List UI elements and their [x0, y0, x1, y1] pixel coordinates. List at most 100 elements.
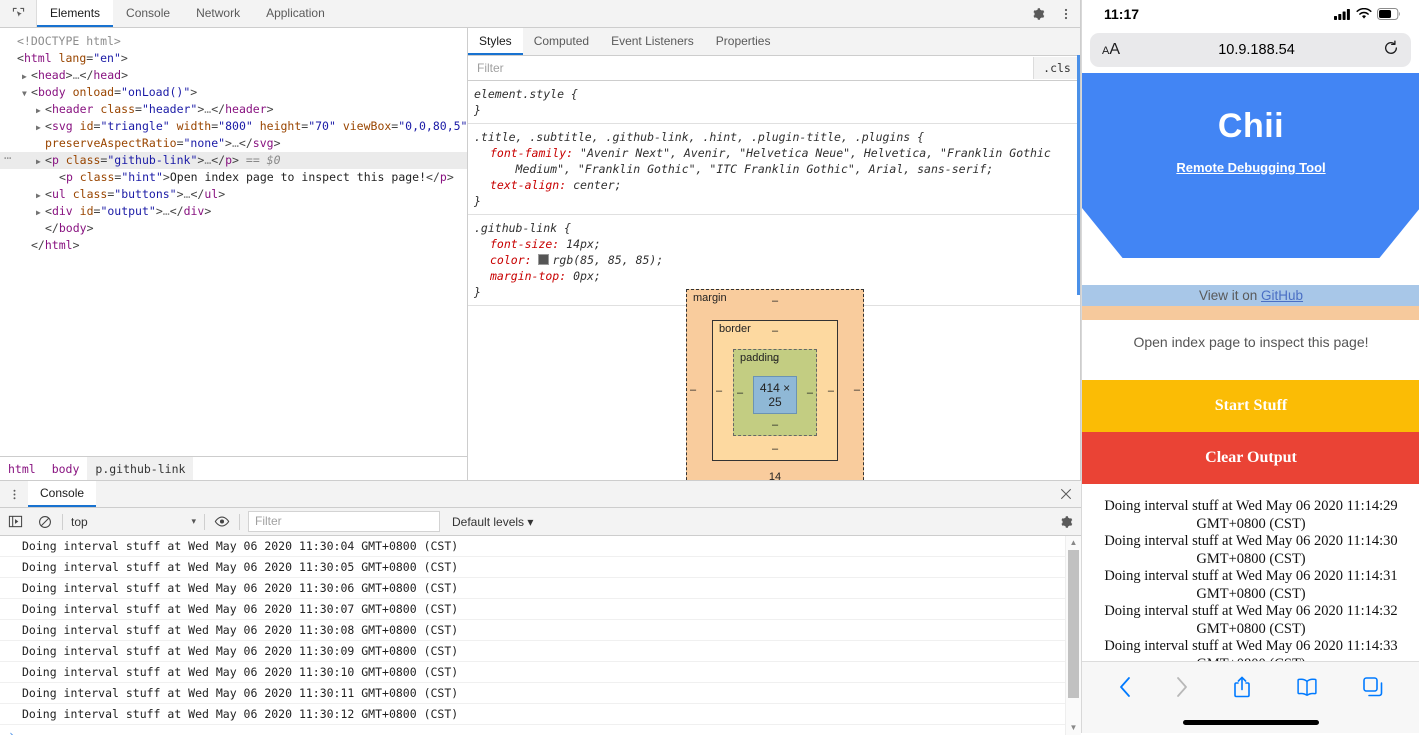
breadcrumb-item[interactable]: html	[0, 457, 44, 481]
box-model-border-right[interactable]: –	[828, 385, 834, 397]
disclosure-triangle-icon[interactable]: ▶	[22, 68, 31, 85]
gear-icon	[1033, 7, 1045, 20]
breadcrumb-item[interactable]: p.github-link	[87, 457, 194, 481]
style-declaration[interactable]: font-size: 14px;	[474, 236, 1080, 252]
style-property-value[interactable]: center;	[566, 178, 621, 192]
style-property-name[interactable]: font-size:	[474, 236, 559, 252]
start-stuff-button[interactable]: Start Stuff	[1082, 380, 1419, 432]
tab-styles[interactable]: Styles	[468, 28, 523, 55]
dom-tree-node[interactable]: ▶ <header class="header">…</header>	[0, 101, 467, 118]
style-property-value[interactable]: 0px;	[566, 269, 601, 283]
devtools-settings-button[interactable]	[1024, 0, 1052, 27]
drawer-tab-console[interactable]: Console	[28, 481, 97, 507]
dom-tree-node[interactable]: </body>	[0, 220, 467, 237]
drawer-tab-console-label: Console	[40, 486, 85, 500]
back-button[interactable]	[1118, 676, 1132, 698]
tab-computed[interactable]: Computed	[523, 28, 600, 55]
dom-tree-node[interactable]: <p class="hint">Open index page to inspe…	[0, 169, 467, 186]
console-clear-button[interactable]	[30, 515, 60, 529]
dom-tree-node[interactable]: ▶ <ul class="buttons">…</ul>	[0, 186, 467, 203]
bookmarks-button[interactable]	[1295, 677, 1319, 697]
style-property-value[interactable]: 14px;	[559, 237, 601, 251]
console-filter-input[interactable]	[249, 512, 439, 529]
box-model-border-left[interactable]: –	[716, 385, 722, 397]
disclosure-triangle-icon[interactable]: ▼	[22, 85, 31, 102]
style-rule-selector[interactable]: element.style {	[474, 86, 1080, 102]
dom-tree-node[interactable]: ⋯ ▶ <p class="github-link">…</p> == $0	[0, 150, 467, 170]
github-link-paragraph[interactable]: View it on GitHub	[1082, 285, 1419, 306]
inspect-element-button[interactable]	[0, 0, 37, 27]
breadcrumb-item[interactable]: body	[44, 457, 88, 481]
dom-tree-node[interactable]: <!DOCTYPE html>	[0, 33, 467, 50]
box-model-margin-top[interactable]: –	[772, 295, 778, 307]
style-property-name[interactable]: text-align:	[474, 177, 566, 193]
style-declaration[interactable]: font-family: "Avenir Next", Avenir, "Hel…	[474, 145, 1080, 177]
style-declaration[interactable]: color: rgb(85, 85, 85);	[474, 252, 1080, 268]
dom-tree[interactable]: <!DOCTYPE html> <html lang="en"> ▶ <head>…<…	[0, 28, 467, 254]
clear-output-button[interactable]: Clear Output	[1082, 432, 1419, 484]
forward-button[interactable]	[1175, 676, 1189, 698]
tabs-button[interactable]	[1362, 676, 1384, 698]
style-property-name[interactable]: margin-top:	[474, 268, 566, 284]
share-button[interactable]	[1232, 675, 1252, 699]
tab-application[interactable]: Application	[253, 0, 338, 27]
style-property-value[interactable]: rgb(85, 85, 85);	[552, 253, 663, 267]
tab-console[interactable]: Console	[113, 0, 183, 27]
dom-tree-node[interactable]: </html>	[0, 237, 467, 254]
dom-tree-node[interactable]: ▶ <svg id="triangle" width="800" height="…	[0, 118, 467, 135]
dom-tree-node[interactable]: ▶ <div id="output">…</div>	[0, 203, 467, 220]
dom-tree-node[interactable]: <html lang="en">	[0, 50, 467, 67]
dom-tree-node[interactable]: ▶ <head>…</head>	[0, 67, 467, 84]
styles-filter-input[interactable]	[468, 56, 1033, 80]
style-property-name[interactable]: font-family:	[474, 145, 573, 161]
style-declaration[interactable]: margin-top: 0px;	[474, 268, 1080, 284]
dom-token: >	[218, 187, 226, 201]
style-rule-selector[interactable]: .github-link {	[474, 220, 1080, 236]
console-execution-context-button[interactable]	[0, 514, 30, 529]
box-model-margin-right[interactable]: –	[854, 384, 860, 396]
box-model-padding-left[interactable]: –	[737, 387, 743, 399]
scroll-up-arrow-icon[interactable]: ▲	[1066, 536, 1081, 550]
console-scrollbar[interactable]: ▲ ▼	[1065, 536, 1081, 735]
toolbar-divider-2	[204, 513, 205, 530]
scrollbar-thumb[interactable]	[1068, 550, 1079, 698]
disclosure-triangle-icon[interactable]: ▶	[36, 204, 45, 221]
style-rule-selector[interactable]: .title, .subtitle, .github-link, .hint, …	[474, 129, 1080, 145]
color-swatch-icon[interactable]	[538, 254, 550, 265]
box-model-margin-left[interactable]: –	[690, 384, 696, 396]
drawer-close-button[interactable]	[1051, 481, 1081, 507]
github-link-anchor[interactable]: GitHub	[1261, 288, 1303, 303]
disclosure-triangle-icon[interactable]: ▶	[36, 153, 45, 170]
tab-network[interactable]: Network	[183, 0, 253, 27]
box-model-border-top[interactable]: –	[772, 325, 778, 337]
tab-styles-label: Styles	[479, 33, 512, 48]
styles-cls-button[interactable]: .cls	[1033, 57, 1080, 79]
reload-button[interactable]	[1377, 39, 1399, 61]
address-bar[interactable]: AA 10.9.188.54	[1090, 33, 1411, 67]
dom-tree-node[interactable]: preserveAspectRatio="none">…</svg>	[0, 135, 467, 152]
disclosure-triangle-icon[interactable]: ▶	[36, 102, 45, 119]
box-model-padding-right[interactable]: –	[807, 387, 813, 399]
tab-event-listeners[interactable]: Event Listeners	[600, 28, 705, 55]
disclosure-triangle-icon[interactable]: ▶	[36, 187, 45, 204]
tab-elements[interactable]: Elements	[37, 0, 114, 27]
style-property-name[interactable]: color:	[474, 252, 532, 268]
style-rule[interactable]: .title, .subtitle, .github-link, .hint, …	[468, 124, 1080, 215]
box-model-content[interactable]: 414 × 25	[753, 376, 797, 414]
style-rule[interactable]: element.style {}	[468, 81, 1080, 124]
console-levels-select[interactable]: Default levels ▾	[452, 515, 533, 529]
box-model-padding-bottom[interactable]: –	[772, 419, 778, 431]
drawer-more-button[interactable]	[0, 481, 28, 507]
style-declaration[interactable]: text-align: center;	[474, 177, 1080, 193]
console-settings-button[interactable]	[1051, 515, 1081, 529]
box-model-border-bottom[interactable]: –	[772, 443, 778, 455]
node-more-icon[interactable]: ⋯	[4, 150, 12, 167]
console-live-expression-button[interactable]	[207, 515, 237, 528]
text-size-button[interactable]: AA	[1102, 41, 1136, 59]
disclosure-triangle-icon[interactable]: ▶	[36, 119, 45, 136]
devtools-more-button[interactable]	[1052, 0, 1080, 27]
console-context-select[interactable]: top ▾	[65, 515, 202, 529]
tab-properties[interactable]: Properties	[705, 28, 782, 55]
console-prompt[interactable]: ›	[0, 725, 1081, 735]
dom-tree-node[interactable]: ▼ <body onload="onLoad()">	[0, 84, 467, 101]
